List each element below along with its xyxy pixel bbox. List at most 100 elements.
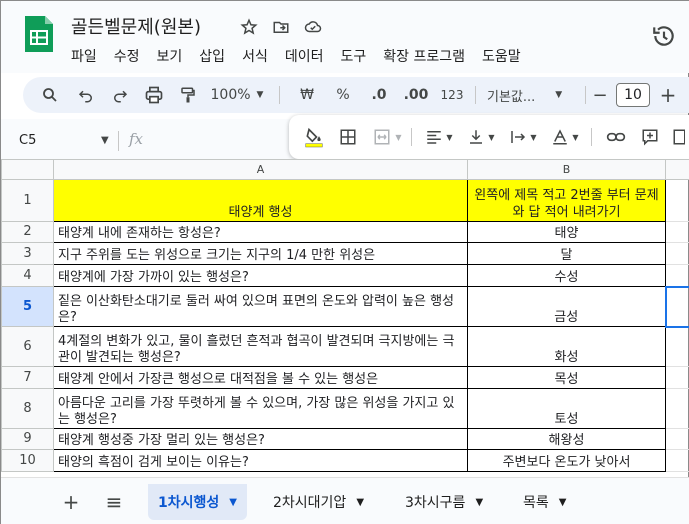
question-cell[interactable]: 지구 주위를 도는 위성으로 크기는 지구의 1/4 만한 위성은: [53, 242, 468, 265]
answer-cell[interactable]: 수성: [467, 264, 666, 287]
answer-cell[interactable]: 금성: [467, 286, 666, 327]
menu-format[interactable]: 서식: [242, 46, 277, 66]
name-box[interactable]: C5: [19, 133, 36, 148]
sheet-tab-3[interactable]: 3차시구름 ▼: [395, 484, 493, 520]
answer-cell[interactable]: 목성: [467, 366, 666, 389]
row-header[interactable]: 8: [1, 388, 54, 429]
search-menus-icon[interactable]: [37, 77, 63, 113]
question-cell[interactable]: 4계절의 변화가 있고, 물이 흘렀던 흔적과 협곡이 발견되며 극지방에는 극…: [53, 326, 468, 367]
row-header[interactable]: 7: [1, 366, 54, 389]
cell-c[interactable]: [665, 428, 689, 450]
zoom-select[interactable]: 100% ▼: [209, 77, 265, 113]
sheet-tab-label: 2차시대기압: [273, 495, 347, 511]
menu-edit[interactable]: 수정: [114, 46, 149, 66]
question-cell[interactable]: 짙은 이산화탄소대기로 둘러 싸여 있으며 표면의 온도와 압력이 높은 행성은…: [53, 286, 468, 327]
merge-cells-icon[interactable]: ▼: [369, 123, 405, 151]
increase-decimal-label: .00: [403, 87, 429, 103]
decrease-font-size-button[interactable]: −: [589, 77, 611, 113]
answer-cell[interactable]: 주변보다 온도가 낮아서: [467, 449, 666, 472]
add-sheet-button[interactable]: +: [59, 490, 83, 514]
sheet-tab-2[interactable]: 2차시대기압 ▼: [263, 484, 374, 520]
cell-c[interactable]: [665, 449, 689, 472]
select-all-corner[interactable]: [1, 159, 54, 180]
menu-insert[interactable]: 삽입: [199, 46, 234, 66]
text-rotation-icon[interactable]: ▼: [547, 123, 583, 151]
column-header-b[interactable]: B: [467, 159, 666, 180]
insert-comment-icon[interactable]: [637, 123, 663, 151]
document-title[interactable]: 골든벨문제(원본): [71, 13, 201, 39]
question-cell[interactable]: 태양계 행성중 가장 멀리 있는 행성은?: [53, 428, 468, 450]
selected-cell-c5[interactable]: [664, 285, 689, 328]
move-folder-icon[interactable]: [269, 15, 293, 39]
cell-a1[interactable]: 태양계 행성: [53, 179, 468, 222]
fill-color-icon[interactable]: [301, 123, 327, 151]
answer-cell[interactable]: 토성: [467, 388, 666, 429]
horizontal-align-icon[interactable]: ▼: [421, 123, 457, 151]
cell-c1[interactable]: [665, 179, 689, 222]
borders-icon[interactable]: [335, 123, 361, 151]
cell-c[interactable]: [665, 326, 689, 367]
question-cell[interactable]: 아름다운 고리를 가장 뚜렷하게 볼 수 있으며, 가장 많은 위성을 가지고 …: [53, 388, 468, 429]
cell-c[interactable]: [665, 242, 689, 265]
undo-icon[interactable]: [73, 77, 99, 113]
insert-link-icon[interactable]: [603, 123, 629, 151]
menu-data[interactable]: 데이터: [285, 46, 333, 66]
font-size-input[interactable]: 10: [616, 83, 650, 107]
cell-c[interactable]: [665, 264, 689, 287]
question-cell[interactable]: 태양의 흑점이 검게 보이는 이유는?: [53, 449, 468, 472]
answer-cell[interactable]: 달: [467, 242, 666, 265]
sheet-tab-4[interactable]: 목록 ▼: [513, 484, 576, 520]
row-header-selected[interactable]: 5: [1, 286, 54, 327]
row-header[interactable]: 1: [1, 179, 54, 222]
question-cell[interactable]: 태양계에 가장 가까이 있는 행성은?: [53, 264, 468, 287]
menu-help[interactable]: 도움말: [482, 46, 530, 66]
increase-font-size-button[interactable]: +: [657, 77, 679, 113]
chevron-down-icon: ▼: [395, 132, 402, 142]
row-header[interactable]: 9: [1, 428, 54, 450]
chevron-down-icon[interactable]: ▼: [101, 135, 109, 146]
redo-icon[interactable]: [107, 77, 133, 113]
font-family-select[interactable]: 기본값... ▼: [487, 77, 562, 113]
column-header-c[interactable]: [665, 159, 689, 180]
row-header[interactable]: 10: [1, 449, 54, 472]
menu-view[interactable]: 보기: [157, 46, 192, 66]
vertical-align-icon[interactable]: ▼: [463, 123, 499, 151]
chevron-down-icon[interactable]: ▼: [356, 497, 364, 508]
paint-format-icon[interactable]: [175, 77, 201, 113]
chevron-down-icon[interactable]: ▼: [475, 497, 483, 508]
all-sheets-menu-icon[interactable]: ≡: [102, 490, 126, 514]
row-header[interactable]: 6: [1, 326, 54, 367]
version-history-icon[interactable]: [651, 23, 677, 49]
text-wrapping-icon[interactable]: ▼: [505, 123, 541, 151]
chevron-down-icon[interactable]: ▼: [229, 497, 237, 508]
title-bar: 골든벨문제(원본) 파일 수정 보기 삽입 서식 데이터 도구 확장 프로그램 …: [1, 1, 689, 73]
increase-decimal-button[interactable]: .00: [401, 77, 431, 113]
decrease-decimal-button[interactable]: .0: [365, 77, 393, 113]
question-cell[interactable]: 태양계 내에 존재하는 항성은?: [53, 221, 468, 243]
menu-tools[interactable]: 도구: [340, 46, 375, 66]
question-cell[interactable]: 태양계 안에서 가장큰 행성으로 대적점을 볼 수 있는 행성은: [53, 366, 468, 389]
chevron-down-icon[interactable]: ▼: [559, 497, 567, 508]
star-icon[interactable]: [237, 15, 261, 39]
sheets-logo-icon[interactable]: [23, 14, 55, 54]
column-header-a[interactable]: A: [53, 159, 468, 180]
cell-c[interactable]: [665, 366, 689, 389]
menu-extensions[interactable]: 확장 프로그램: [383, 46, 474, 66]
row-header[interactable]: 3: [1, 242, 54, 265]
cell-b1[interactable]: 왼쪽에 제목 적고 2번줄 부터 문제와 답 적어 내려가기: [467, 179, 666, 222]
answer-cell[interactable]: 화성: [467, 326, 666, 367]
answer-cell[interactable]: 태양: [467, 221, 666, 243]
cell-c[interactable]: [665, 388, 689, 429]
percent-format-button[interactable]: %: [331, 77, 355, 113]
insert-chart-icon[interactable]: [667, 123, 689, 151]
cell-c[interactable]: [665, 221, 689, 243]
currency-format-button[interactable]: ₩: [295, 77, 319, 113]
row-header[interactable]: 4: [1, 264, 54, 287]
row-header[interactable]: 2: [1, 221, 54, 243]
sheet-tab-1[interactable]: 1차시행성 ▼: [148, 484, 247, 520]
print-icon[interactable]: [141, 77, 167, 113]
number-format-button[interactable]: 123: [437, 77, 467, 113]
cloud-status-icon[interactable]: [301, 15, 325, 39]
menu-file[interactable]: 파일: [71, 46, 106, 66]
answer-cell[interactable]: 해왕성: [467, 428, 666, 450]
